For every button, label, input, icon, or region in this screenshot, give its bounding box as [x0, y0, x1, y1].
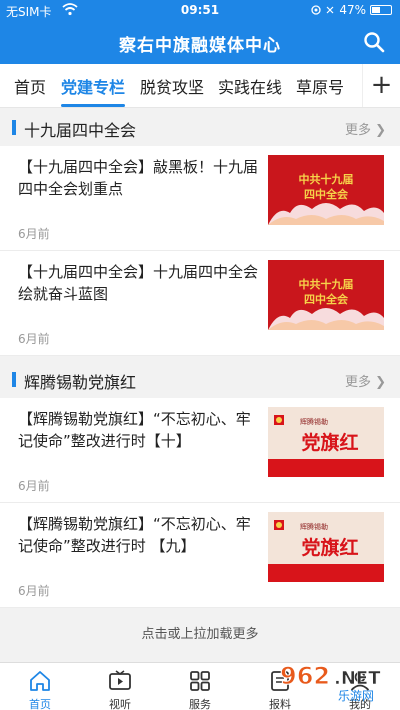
news-item[interactable]: 【辉腾锡勒党旗红】“不忘初心、牢记使命”整改进行时 【九】 6月前 辉腾锡勒 党…: [0, 503, 400, 608]
chevron-right-icon: ❯: [375, 375, 386, 390]
news-thumbnail: 中共十九届 四中全会: [268, 260, 384, 330]
load-more-button[interactable]: 点击或上拉加载更多: [0, 612, 400, 662]
tv-icon: [109, 670, 131, 690]
add-tab-button[interactable]: +: [362, 64, 400, 107]
home-icon: [30, 671, 50, 691]
more-link[interactable]: 更多 ❯: [345, 119, 386, 138]
section-header: 十九届四中全会 更多 ❯: [0, 108, 400, 146]
svg-text:中共十九届: 中共十九届: [299, 277, 354, 291]
more-link[interactable]: 更多 ❯: [345, 371, 386, 390]
svg-text:中共十九届: 中共十九届: [299, 172, 354, 186]
nav-label: 首页: [29, 698, 51, 710]
status-bar: 无SIM卡 09:51 47%: [0, 0, 400, 20]
news-item[interactable]: 【十九届四中全会】十九届四中全会绘就奋斗蓝图 6月前 中共十九届 四中全会: [0, 251, 400, 356]
svg-text:党旗红: 党旗红: [301, 431, 358, 454]
nav-services[interactable]: 服务: [160, 663, 240, 710]
svg-text:党旗红: 党旗红: [301, 536, 358, 559]
tab-party-building[interactable]: 党建专栏: [61, 74, 126, 107]
news-headline: 【十九届四中全会】十九届四中全会绘就奋斗蓝图: [18, 263, 259, 303]
app-title: 察右中旗融媒体中心: [119, 36, 281, 56]
svg-text:辉腾锡勒: 辉腾锡勒: [300, 522, 328, 531]
section-title: 辉腾锡勒党旗红: [24, 373, 137, 392]
tab-practice-online[interactable]: 实践在线: [218, 74, 282, 98]
battery-percent: 47%: [339, 3, 366, 17]
svg-text:962: 962: [280, 662, 330, 690]
news-time: 6月前: [18, 479, 50, 493]
app-header: 察右中旗融媒体中心: [0, 20, 400, 64]
battery-icon: [370, 5, 392, 15]
news-time: 6月前: [18, 227, 50, 241]
nav-media[interactable]: 视听: [80, 663, 160, 710]
news-time: 6月前: [18, 332, 50, 346]
search-icon[interactable]: [362, 30, 386, 54]
section-header: 辉腾锡勒党旗红 更多 ❯: [0, 360, 400, 398]
grid-icon: [190, 671, 210, 691]
svg-text:四中全会: 四中全会: [304, 292, 349, 306]
svg-text:辉腾锡勒: 辉腾锡勒: [300, 417, 328, 426]
nav-home[interactable]: 首页: [0, 663, 80, 710]
category-tabs: 首页 党建专栏 脱贫攻坚 实践在线 草原号 +: [0, 64, 400, 108]
chevron-right-icon: ❯: [375, 123, 386, 138]
nav-label: 视听: [109, 698, 131, 710]
site-watermark-logo: 962 .NET 乐游网: [280, 662, 382, 704]
news-item[interactable]: 【辉腾锡勒党旗红】“不忘初心、牢记使命”整改进行时【十】 6月前 辉腾锡勒 党旗…: [0, 398, 400, 503]
section-marker: [12, 120, 16, 135]
news-thumbnail: 辉腾锡勒 党旗红: [268, 512, 384, 582]
tab-grassland[interactable]: 草原号: [296, 74, 344, 98]
lock-rotation-icon: [326, 6, 334, 14]
nav-label: 服务: [189, 698, 211, 710]
section-title: 十九届四中全会: [24, 121, 137, 140]
location-icon: [311, 5, 321, 15]
news-thumbnail: 中共十九届 四中全会: [268, 155, 384, 225]
section-marker: [12, 372, 16, 387]
news-thumbnail: 辉腾锡勒 党旗红: [268, 407, 384, 477]
news-time: 6月前: [18, 584, 50, 598]
news-item[interactable]: 【十九届四中全会】敲黑板！十九届四中全会划重点 6月前 中共十九届 四中全会: [0, 146, 400, 251]
news-headline: 【辉腾锡勒党旗红】“不忘初心、牢记使命”整改进行时 【九】: [18, 515, 251, 555]
svg-text:.NET: .NET: [334, 668, 381, 689]
news-headline: 【辉腾锡勒党旗红】“不忘初心、牢记使命”整改进行时【十】: [18, 410, 251, 450]
tab-poverty-alleviation[interactable]: 脱贫攻坚: [140, 74, 204, 98]
svg-text:乐游网: 乐游网: [338, 689, 374, 703]
tab-home[interactable]: 首页: [14, 74, 46, 98]
svg-text:四中全会: 四中全会: [304, 187, 349, 201]
news-headline: 【十九届四中全会】敲黑板！十九届四中全会划重点: [18, 158, 259, 198]
